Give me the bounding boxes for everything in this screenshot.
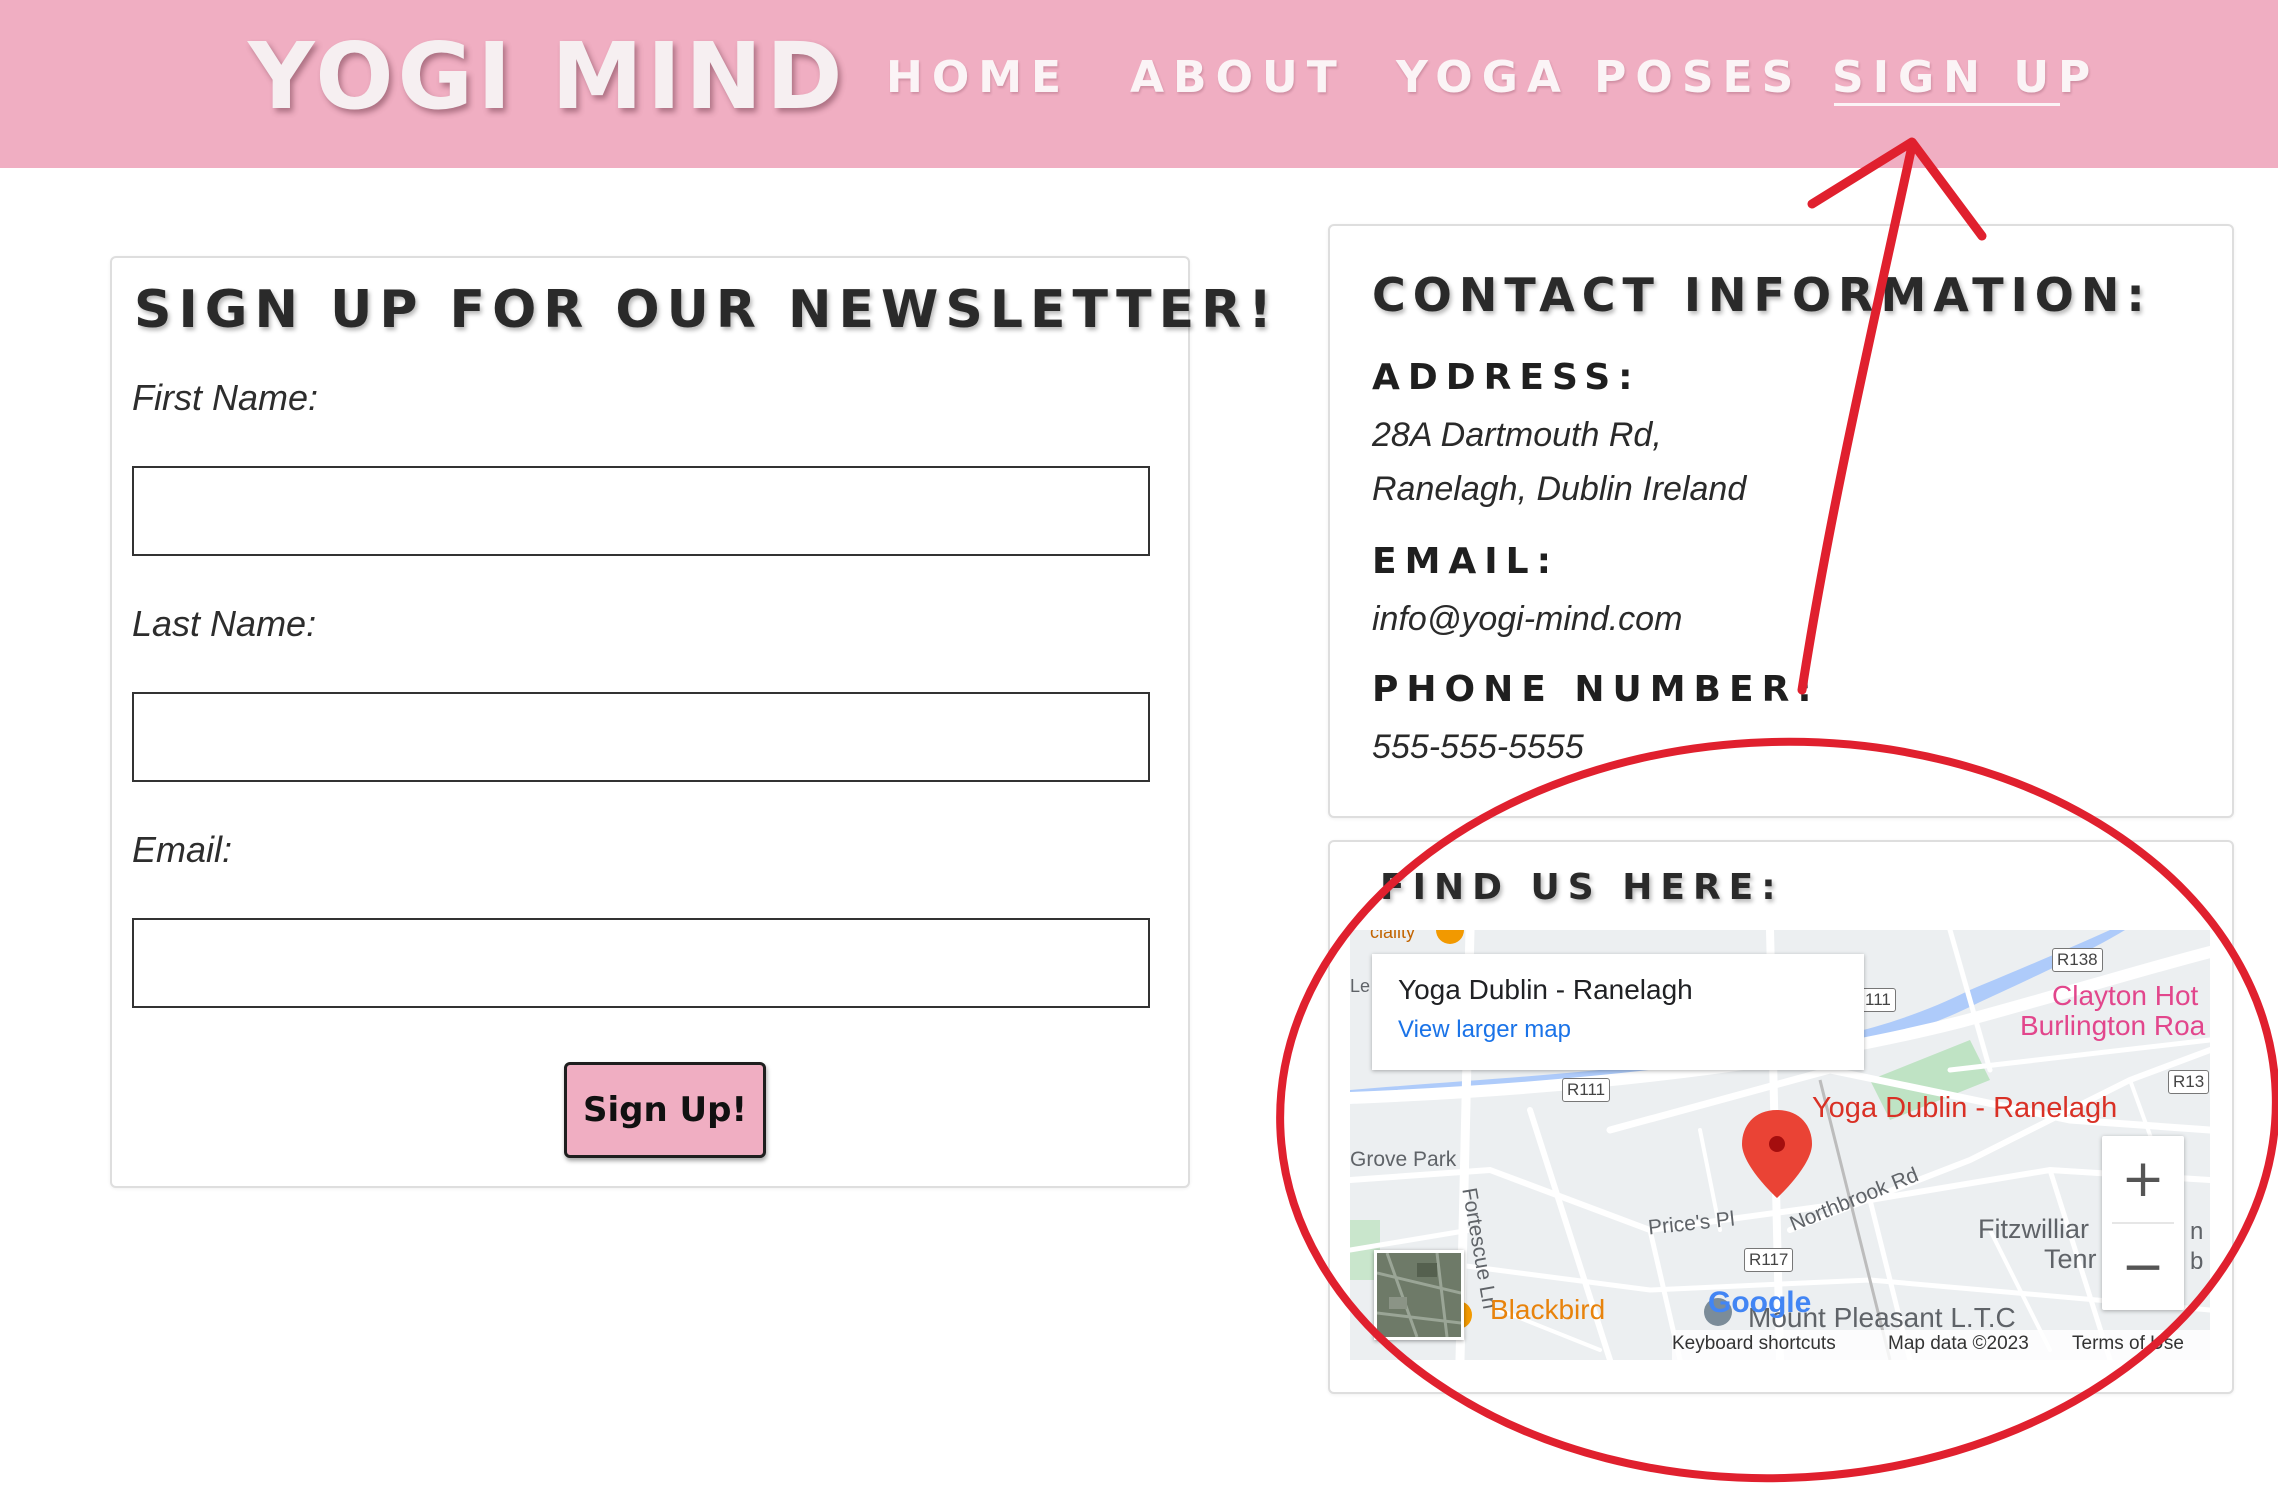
road-shield-r13: R13: [2168, 1070, 2210, 1094]
satellite-thumbnail-icon: [1377, 1253, 1461, 1337]
map-label-right-fragment-1: n: [2190, 1218, 2204, 1245]
site-header: YOGI MIND HOME ABOUT YOGA POSES SIGN UP: [0, 0, 2278, 168]
first-name-input[interactable]: [132, 466, 1150, 556]
road-shield-r117: R117: [1744, 1248, 1794, 1272]
address-line-2: Ranelagh, Dublin Ireland: [1372, 470, 1747, 508]
find-us-card: FIND US HERE: Clayton Hot Burlington Roa…: [1328, 840, 2234, 1394]
map-label-right-fragment-2: b: [2190, 1248, 2204, 1275]
email-input[interactable]: [132, 918, 1150, 1008]
address-heading: ADDRESS:: [1372, 357, 1641, 398]
nav-home-link[interactable]: HOME: [886, 48, 1070, 108]
satellite-toggle-thumbnail[interactable]: [1374, 1250, 1464, 1340]
map-label-clayton-2: Burlington Roa: [2020, 1010, 2206, 1041]
active-nav-underline: [1834, 103, 2060, 106]
newsletter-title: SIGN UP FOR OUR NEWSLETTER!: [134, 280, 1279, 340]
site-logo[interactable]: YOGI MIND: [248, 22, 846, 132]
map-label-clayton-1: Clayton Hot: [2052, 980, 2199, 1011]
contact-card: CONTACT INFORMATION: ADDRESS: 28A Dartmo…: [1328, 224, 2234, 818]
last-name-input[interactable]: [132, 692, 1150, 782]
first-name-label: First Name:: [132, 377, 319, 418]
map-label-top-fragment: ciality: [1370, 930, 1416, 942]
map-label-grove-park: Grove Park: [1350, 1148, 1457, 1171]
map-label-fitzwilliam-2: Tenr: [2044, 1244, 2097, 1274]
map-footer: Keyboard shortcuts Map data ©2023 Terms …: [1672, 1330, 2210, 1360]
map-zoom-control: + −: [2102, 1136, 2184, 1310]
terms-of-use-link[interactable]: Terms of Use: [2072, 1333, 2184, 1355]
google-logo-text: Google: [1708, 1286, 1812, 1319]
road-shield-111: 111: [1860, 988, 1896, 1012]
newsletter-card: SIGN UP FOR OUR NEWSLETTER! First Name: …: [110, 256, 1272, 1188]
google-logo: Google: [1708, 1286, 1811, 1320]
nav-yoga-poses-link[interactable]: YOGA POSES: [1396, 48, 1802, 108]
contact-phone: 555-555-5555: [1372, 728, 1584, 766]
map-label-blackbird: Blackbird: [1490, 1294, 1606, 1325]
last-name-label: Last Name:: [132, 603, 317, 644]
nav-about-link[interactable]: ABOUT: [1130, 48, 1346, 108]
view-larger-map-link[interactable]: View larger map: [1398, 1016, 1571, 1044]
find-us-title: FIND US HERE:: [1380, 867, 1784, 908]
zoom-out-button[interactable]: −: [2102, 1224, 2184, 1310]
map-label-fitzwilliam-1: Fitzwilliar: [1978, 1214, 2089, 1244]
map-place-card: Yoga Dublin - Ranelagh View larger map: [1372, 954, 1864, 1070]
map-data-attribution: Map data ©2023: [1888, 1333, 2029, 1354]
email-label: Email:: [132, 829, 233, 870]
address-line-1: 28A Dartmouth Rd,: [1372, 416, 1662, 454]
nav-sign-up-link[interactable]: SIGN UP: [1832, 48, 2099, 108]
sign-up-button[interactable]: Sign Up!: [564, 1062, 766, 1158]
map-place-name: Yoga Dublin - Ranelagh: [1398, 974, 1693, 1005]
map-label-left-fragment: Le: [1350, 976, 1371, 996]
keyboard-shortcuts-link[interactable]: Keyboard shortcuts: [1672, 1333, 1836, 1355]
phone-heading: PHONE NUMBER:: [1372, 669, 1820, 710]
road-shield-r138: R138: [2052, 948, 2103, 972]
map-pin-label: Yoga Dublin - Ranelagh: [1812, 1092, 2118, 1124]
road-shield-r111: R111: [1562, 1078, 1611, 1102]
contact-email: info@yogi-mind.com: [1372, 600, 1683, 638]
zoom-in-button[interactable]: +: [2102, 1136, 2184, 1222]
embedded-map[interactable]: Clayton Hot Burlington Roa Yoga Dublin -…: [1350, 930, 2210, 1360]
contact-title: CONTACT INFORMATION:: [1372, 268, 2152, 322]
email-heading: EMAIL:: [1372, 541, 1560, 582]
